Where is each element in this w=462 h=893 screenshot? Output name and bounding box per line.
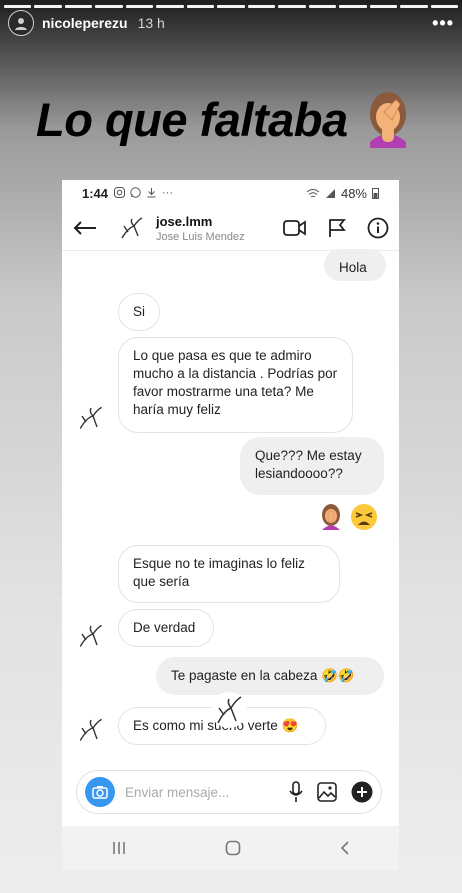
flag-icon[interactable] [327, 218, 347, 238]
instagram-icon [114, 187, 126, 198]
user-avatar[interactable] [8, 10, 34, 36]
whatsapp-icon [130, 187, 141, 198]
signal-icon [325, 188, 335, 198]
face-palm-woman-icon [322, 504, 340, 530]
message-thread: Hola Si Lo que pasa es que te admiro muc… [62, 249, 399, 761]
story-headline: Lo que faltaba [36, 90, 414, 148]
android-nav-bar [62, 826, 399, 870]
gallery-icon[interactable] [317, 782, 337, 802]
dm-header: jose.lmm Jose Luis Mendez [62, 206, 399, 251]
camera-button[interactable] [85, 777, 115, 807]
progress-segment [308, 5, 337, 8]
emoji-reaction-message[interactable] [318, 503, 378, 531]
back-arrow-icon[interactable] [72, 214, 100, 242]
message-composer [76, 770, 382, 814]
story-viewer: nicoleperezu 13 h ••• Lo que faltaba 1:4… [0, 0, 462, 893]
microphone-icon[interactable] [289, 781, 303, 803]
recent-apps-icon[interactable] [111, 841, 127, 855]
message-bubble-sent[interactable]: Hola [324, 249, 386, 281]
contact-handle[interactable]: jose.lmm [156, 214, 245, 229]
contact-avatar[interactable] [118, 214, 146, 242]
progress-segment [430, 5, 459, 8]
message-bubble-received[interactable]: Lo que pasa es que te admiro mucho a la … [118, 337, 353, 433]
floating-avatar-sticker [211, 692, 247, 728]
progress-segment [278, 5, 306, 8]
battery-percent: 48% [340, 185, 367, 201]
tired-face-icon [351, 504, 377, 530]
progress-segment [247, 5, 276, 8]
message-bubble-received[interactable]: Esque no te imaginas lo feliz que sería [118, 545, 340, 603]
story-username[interactable]: nicoleperezu [42, 15, 128, 31]
contact-full-name: Jose Luis Mendez [156, 230, 245, 243]
avatar-silhouette-icon [15, 18, 27, 30]
progress-segment [186, 5, 215, 8]
message-input[interactable] [123, 783, 267, 801]
progress-segment [95, 5, 123, 8]
progress-segment [4, 5, 32, 8]
message-bubble-sent[interactable]: Te pagaste en la cabeza 🤣🤣 [156, 657, 384, 695]
wifi-icon [306, 188, 320, 197]
dm-screenshot: 1:44 ··· 48% jose.lmm Jose Luis Mendez H… [62, 180, 399, 870]
progress-segment [125, 5, 154, 8]
contact-avatar [79, 718, 103, 742]
camera-icon [92, 786, 108, 799]
more-dots-icon: ··· [162, 187, 174, 199]
message-bubble-received[interactable]: De verdad [118, 609, 214, 647]
message-bubble-sent[interactable]: Que??? Me estay lesiandoooo?? [240, 437, 384, 495]
add-plus-icon[interactable] [351, 781, 373, 803]
headline-text: Lo que faltaba [36, 92, 348, 146]
story-progress-bar [4, 5, 459, 8]
battery-icon [372, 188, 379, 199]
download-icon [147, 188, 156, 198]
progress-segment [64, 5, 93, 8]
face-palm-woman-icon [369, 92, 406, 148]
progress-segment [339, 5, 367, 8]
progress-segment [156, 5, 184, 8]
progress-segment [369, 5, 398, 8]
info-icon[interactable] [367, 217, 389, 239]
back-nav-icon[interactable] [340, 840, 350, 856]
home-icon[interactable] [225, 840, 241, 856]
contact-avatar [79, 624, 103, 648]
progress-segment [400, 5, 428, 8]
progress-segment [217, 5, 245, 8]
status-time: 1:44 [82, 185, 109, 201]
story-timestamp: 13 h [137, 15, 165, 31]
contact-avatar [79, 406, 103, 430]
message-bubble-received[interactable]: Si [118, 293, 160, 331]
more-options-icon[interactable]: ••• [432, 13, 454, 34]
video-call-icon[interactable] [283, 219, 307, 237]
phone-status-bar: 1:44 ··· 48% [62, 180, 399, 206]
story-header: nicoleperezu 13 h ••• [8, 10, 454, 36]
progress-segment [34, 5, 62, 8]
